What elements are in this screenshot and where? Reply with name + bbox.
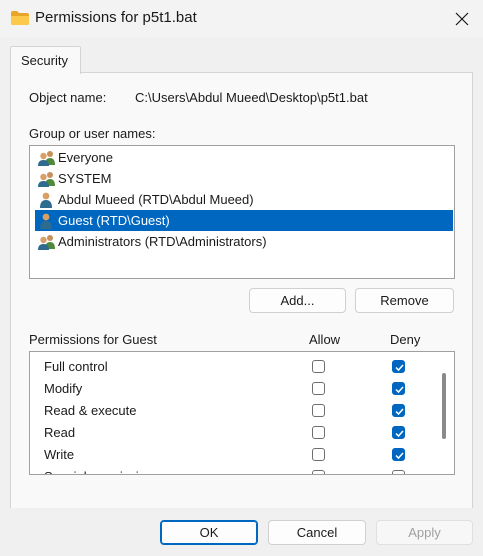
permission-row: Write [30,444,435,466]
allow-checkbox[interactable] [312,448,325,461]
allow-checkbox[interactable] [312,470,325,474]
permission-row: Modify [30,378,435,400]
title-bar: Permissions for p5t1.bat [0,0,483,38]
permission-name: Special permissions [44,469,160,474]
permission-name: Full control [44,359,108,374]
tab-security-label: Security [21,53,68,68]
permission-row: Special permissions [30,466,435,474]
group-list-item[interactable]: Abdul Mueed (RTD\Abdul Mueed) [35,189,453,210]
allow-checkbox[interactable] [312,360,325,373]
group-list-item[interactable]: Administrators (RTD\Administrators) [35,231,453,252]
group-list-item[interactable]: Everyone [35,147,453,168]
group-list-item[interactable]: SYSTEM [35,168,453,189]
permissions-list[interactable]: Special permissions Write Read Read & execu… [29,351,455,475]
permission-row: Read & execute [30,400,435,422]
deny-checkbox[interactable] [392,426,405,439]
group-list-item-label: Everyone [58,150,113,165]
deny-checkbox[interactable] [392,360,405,373]
object-name-value: C:\Users\Abdul Mueed\Desktop\p5t1.bat [135,90,368,105]
folder-icon [11,11,29,25]
add-button[interactable]: Add... [249,288,346,313]
group-list-item-label: Abdul Mueed (RTD\Abdul Mueed) [58,192,254,207]
close-button[interactable] [446,4,478,34]
deny-checkbox[interactable] [392,470,405,474]
window-title: Permissions for p5t1.bat [35,9,197,26]
users-group-icon [37,150,57,166]
deny-checkbox[interactable] [392,448,405,461]
cancel-button[interactable]: Cancel [268,520,366,545]
permission-name: Read [44,425,76,440]
group-user-list[interactable]: Everyone SYSTEM Abdul Mueed (RTD\Abdul Mue… [29,145,455,279]
users-group-icon [37,234,57,250]
deny-header: Deny [390,332,421,347]
permission-name: Modify [44,381,83,396]
tab-security[interactable]: Security [10,46,81,74]
close-icon [455,12,469,26]
ok-button[interactable]: OK [160,520,258,545]
group-list-item-label: SYSTEM [58,171,112,186]
group-list-item[interactable]: Guest (RTD\Guest) [35,210,453,231]
apply-button[interactable]: Apply [376,520,473,545]
allow-checkbox[interactable] [312,426,325,439]
users-group-icon [37,171,57,187]
user-icon [37,213,57,229]
permissions-for-label: Permissions for Guest [29,332,157,347]
group-names-label: Group or user names: [29,126,156,141]
permission-name: Read & execute [44,403,137,418]
group-list-item-label: Administrators (RTD\Administrators) [58,234,267,249]
user-icon [37,192,57,208]
allow-checkbox[interactable] [312,382,325,395]
permission-row: Full control [30,356,435,378]
deny-checkbox[interactable] [392,382,405,395]
permission-row: Read [30,422,435,444]
permission-name: Write [44,447,75,462]
allow-header: Allow [309,332,341,347]
remove-button[interactable]: Remove [355,288,454,313]
scrollbar-thumb[interactable] [442,373,446,439]
allow-checkbox[interactable] [312,404,325,417]
object-name-label: Object name: [29,90,107,105]
deny-checkbox[interactable] [392,404,405,417]
group-list-item-label: Guest (RTD\Guest) [58,213,170,228]
